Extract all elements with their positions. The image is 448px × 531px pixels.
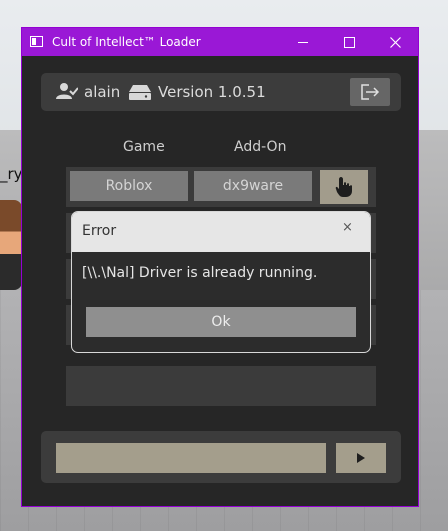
option-row xyxy=(66,366,376,406)
version-label: Version 1.0.51 xyxy=(158,83,266,101)
close-icon xyxy=(389,36,401,48)
play-icon xyxy=(357,453,365,463)
ok-button[interactable]: Ok xyxy=(86,307,356,337)
game-column-label: Game xyxy=(123,139,165,155)
select-button[interactable] xyxy=(320,170,368,204)
maximize-icon xyxy=(343,36,355,48)
minimize-icon xyxy=(298,41,308,43)
launch-panel xyxy=(41,431,401,483)
background-player-name: _ry xyxy=(0,165,23,183)
window-title: Cult of Intellect™ Loader xyxy=(52,35,201,49)
logout-icon xyxy=(361,84,380,100)
maximize-button[interactable] xyxy=(326,28,372,56)
game-select[interactable]: Roblox xyxy=(70,171,188,201)
close-button[interactable] xyxy=(372,28,418,56)
addon-column-label: Add-On xyxy=(234,139,287,155)
error-message: [\\.\Nal] Driver is already running. xyxy=(82,265,318,281)
addon-select[interactable]: dx9ware xyxy=(194,171,312,201)
dialog-title: Error xyxy=(82,223,117,239)
progress-bar xyxy=(56,443,326,473)
drive-icon xyxy=(129,85,151,100)
dialog-close-button[interactable]: × xyxy=(342,220,353,235)
play-button[interactable] xyxy=(336,443,386,473)
user-header: alain Version 1.0.51 xyxy=(41,73,401,111)
title-bar[interactable]: Cult of Intellect™ Loader xyxy=(22,28,418,56)
minimize-button[interactable] xyxy=(280,28,326,56)
logout-button[interactable] xyxy=(350,78,390,106)
selection-row[interactable]: Roblox dx9ware xyxy=(66,167,376,207)
username: alain xyxy=(84,83,121,101)
app-window-icon xyxy=(30,36,43,47)
error-dialog: Error × [\\.\Nal] Driver is already runn… xyxy=(71,211,371,353)
hand-pointer-icon xyxy=(335,177,352,197)
dialog-title-bar[interactable]: Error × xyxy=(72,212,370,252)
user-check-icon xyxy=(56,83,78,99)
background-character xyxy=(0,200,22,290)
